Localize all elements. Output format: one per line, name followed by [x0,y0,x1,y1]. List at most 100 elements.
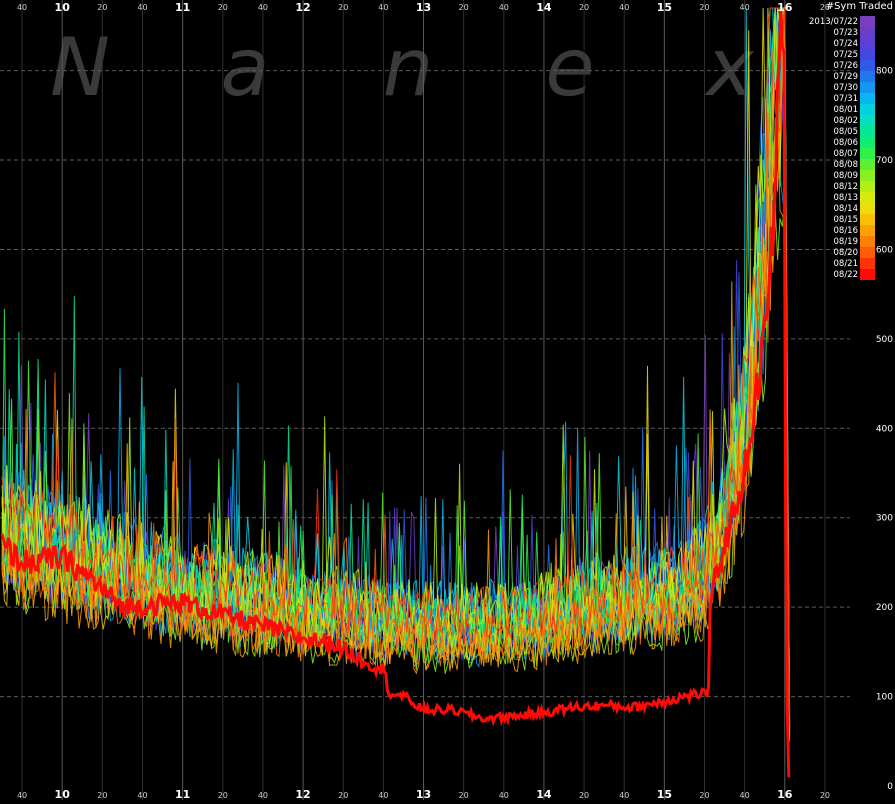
legend-swatch [860,115,875,126]
legend-swatch [860,159,875,170]
legend-swatch [860,16,875,27]
series-point [91,579,93,581]
x-tick-label-minor: 40 [740,3,750,12]
series-point [744,472,746,474]
series-point [573,706,575,708]
series-point [302,637,304,639]
x-tick-label-minor: 40 [17,3,27,12]
series-point [513,715,515,717]
legend-label: 07/26 [834,61,859,71]
legend-label: 08/01 [834,105,859,115]
legend-label: 08/15 [834,215,859,225]
series-point [784,409,786,411]
series-point [483,718,485,720]
legend: 2013/07/2207/2307/2407/2507/2607/2907/30… [809,16,875,280]
legend-label: 07/30 [834,83,859,93]
x-tick-label-minor: 20 [97,3,107,12]
series-point [362,660,364,662]
legend-swatch [860,236,875,247]
y-tick-label: 800 [876,67,893,77]
x-tick-label-major: 15 [657,788,672,800]
legend-label: 08/13 [834,193,859,203]
series-group [0,6,791,778]
x-tick-label-major: 13 [416,1,431,14]
series-point [543,712,545,714]
legend-label: 08/22 [834,270,859,280]
legend-swatch [860,49,875,60]
x-tick-label-major: 12 [295,788,310,800]
x-tick-label-minor: 40 [137,3,147,12]
legend-label: 08/12 [834,182,859,192]
series-point [1,544,3,546]
series-point [708,691,710,693]
x-tick-label-minor: 20 [338,3,348,12]
legend-label: 08/02 [834,116,859,126]
x-tick-label-major: 10 [55,1,71,14]
x-tick-label-minor: 20 [579,3,589,12]
legend-swatch [860,247,875,258]
series-point [774,204,776,206]
x-tick-label-minor: 40 [619,3,629,12]
series-point [710,597,712,599]
legend-swatch [860,104,875,115]
x-tick-label-minor: 20 [459,791,469,800]
legend-label: 08/09 [834,171,859,181]
y-tick-label: 600 [876,245,893,255]
legend-label: 08/05 [834,127,859,137]
x-tick-label-minor: 40 [499,791,509,800]
legend-label: 07/23 [834,28,859,38]
legend-label: 08/14 [834,204,859,214]
series-point [453,709,455,711]
x-tick-label-major: 13 [416,788,431,800]
x-tick-label-minor: 40 [740,791,750,800]
x-tick-label-major: 14 [536,788,552,800]
x-tick-label-minor: 20 [699,3,709,12]
series-point [21,561,23,563]
x-tick-label-minor: 20 [579,791,589,800]
legend-label: 08/21 [834,259,859,269]
x-tick-label-minor: 40 [499,3,509,12]
grid [0,0,850,800]
series-point [388,691,390,693]
legend-label: 2013/07/22 [809,17,858,27]
series-point [61,557,63,559]
legend-swatch [860,258,875,269]
series-point [633,706,635,708]
x-tick-label-major: 12 [295,1,310,14]
series-point [382,669,384,671]
legend-label: 08/16 [834,226,859,236]
series-point [423,709,424,711]
legend-swatch [860,269,875,280]
legend-label: 07/24 [834,39,859,49]
series-point [788,776,790,778]
series-point [402,696,404,698]
legend-swatch [860,225,875,236]
x-tick-label-minor: 20 [459,3,469,12]
x-tick-label-major: 16 [777,1,793,14]
legend-swatch [860,181,875,192]
legend-swatch [860,82,875,93]
legend-swatch [860,27,875,38]
x-tick-label-minor: 40 [619,791,629,800]
series-point [603,705,605,707]
watermark: Nanex [50,21,755,114]
series-point [121,606,123,608]
legend-swatch [860,214,875,225]
x-tick-label-minor: 20 [218,3,228,12]
x-tick-label-major: 15 [657,1,672,14]
legend-swatch [860,203,875,214]
x-tick-label-minor: 40 [137,791,147,800]
series-point [332,642,334,644]
x-tick-label-minor: 40 [258,3,268,12]
legend-swatch [860,137,875,148]
series-point [786,678,788,680]
y-tick-label: 300 [876,514,893,524]
series-point [182,602,184,604]
x-tick-label-minor: 20 [820,791,830,800]
chart-svg: Nanex 1010111112121313141415151616404020… [0,0,893,801]
legend-swatch [860,38,875,49]
y-tick-label: 500 [876,335,893,345]
legend-label: 08/07 [834,149,859,159]
legend-label: 08/20 [834,248,859,258]
legend-swatch [860,170,875,181]
